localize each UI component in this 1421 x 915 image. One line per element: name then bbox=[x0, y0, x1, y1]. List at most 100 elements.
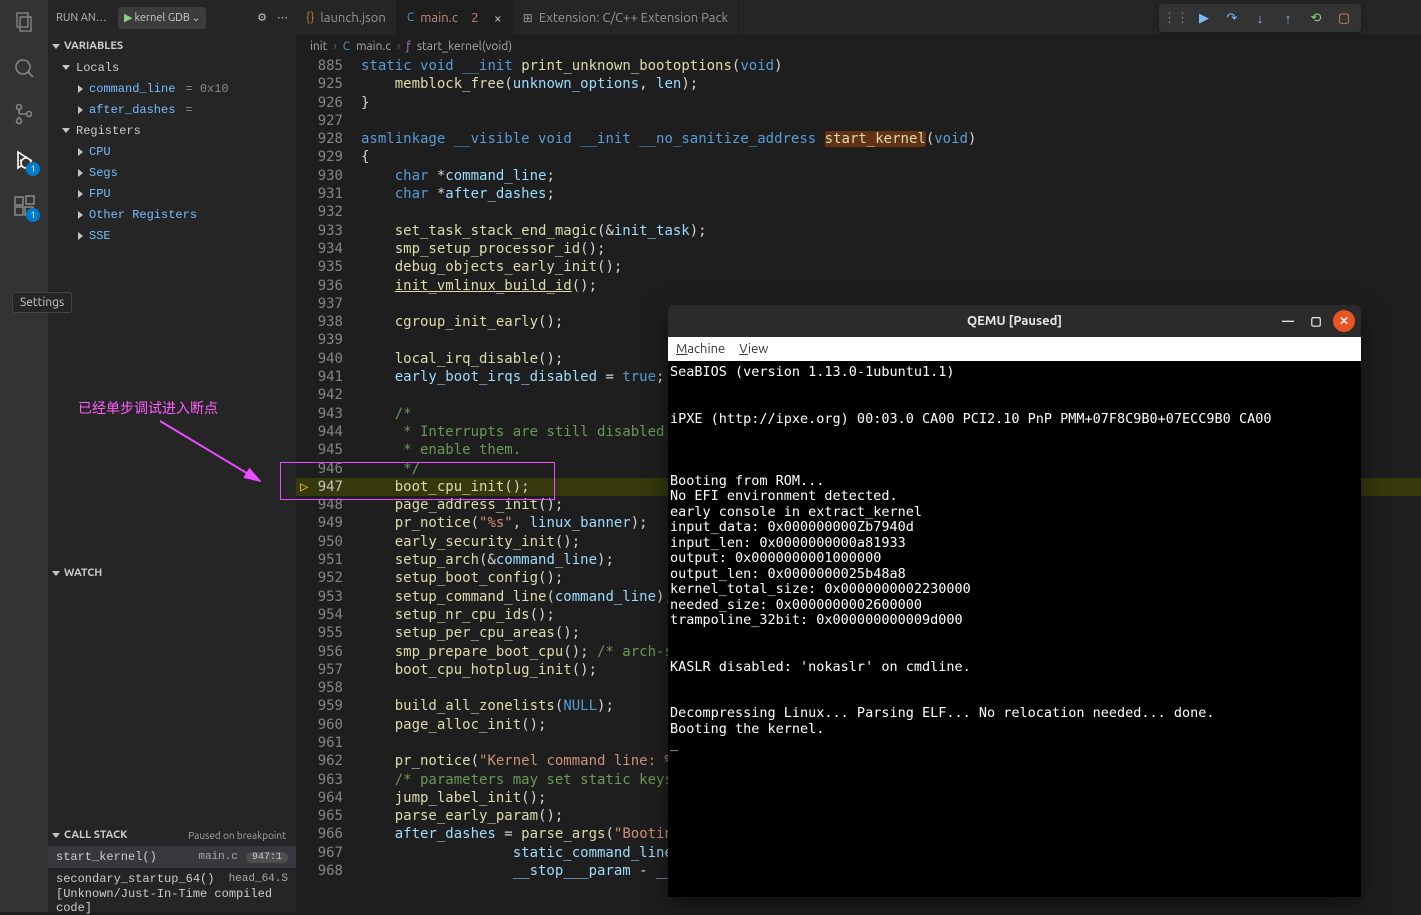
editor-tab[interactable]: {} launch.json bbox=[296, 0, 397, 35]
chevron-down-icon: ⌄ bbox=[192, 12, 200, 24]
stop-button[interactable]: ▢ bbox=[1335, 9, 1353, 27]
code-line[interactable]: 885static void __init print_unknown_boot… bbox=[296, 57, 1421, 75]
line-number: 954 bbox=[316, 606, 361, 624]
chevron-down-icon bbox=[62, 128, 70, 133]
callstack-frame[interactable]: [Unknown/Just-In-Time compiled code] bbox=[48, 890, 296, 912]
editor-tab[interactable]: ⊞Extension: C/C++ Extension Pack bbox=[513, 0, 739, 35]
code-line[interactable]: 928asmlinkage __visible void __init __no… bbox=[296, 130, 1421, 148]
sidebar-title: RUN AND DEBUG bbox=[56, 12, 112, 24]
debug-toolbar[interactable]: ⋮⋮ ▶ ↷ ↓ ↑ ⟲ ▢ bbox=[1159, 4, 1361, 32]
code-line[interactable]: 926} bbox=[296, 94, 1421, 112]
step-over-button[interactable]: ↷ bbox=[1223, 9, 1241, 27]
code-line[interactable]: 930 char *command_line; bbox=[296, 167, 1421, 185]
chevron-down-icon bbox=[52, 44, 60, 49]
variables-section: VARIABLES Locals command_line= 0x10 afte… bbox=[48, 35, 296, 246]
registers-group[interactable]: Registers bbox=[52, 120, 296, 141]
search-icon[interactable] bbox=[10, 54, 38, 82]
line-number: 953 bbox=[316, 588, 361, 606]
step-out-button[interactable]: ↑ bbox=[1279, 9, 1297, 27]
breadcrumb-symbol[interactable]: start_kernel(void) bbox=[417, 40, 512, 53]
line-number: 941 bbox=[316, 368, 361, 386]
breadcrumb-file[interactable]: main.c bbox=[356, 40, 391, 53]
line-number: 933 bbox=[316, 222, 361, 240]
code-line[interactable]: 931 char *after_dashes; bbox=[296, 185, 1421, 203]
code-content: static void __init print_unknown_bootopt… bbox=[361, 57, 783, 75]
play-icon: ▶ bbox=[124, 11, 132, 24]
code-line[interactable]: 925 memblock_free(unknown_options, len); bbox=[296, 75, 1421, 93]
qemu-console: SeaBIOS (version 1.13.0-1ubuntu1.1) iPXE… bbox=[668, 361, 1361, 897]
continue-button[interactable]: ▶ bbox=[1195, 9, 1213, 27]
qemu-menu-view[interactable]: View bbox=[739, 342, 768, 356]
code-content: set_task_stack_end_magic(&init_task); bbox=[361, 222, 707, 240]
tab-label: launch.json bbox=[320, 11, 385, 25]
chevron-right-icon bbox=[78, 85, 83, 93]
tab-dirty-indicator: 2 bbox=[468, 11, 482, 25]
code-content: init_vmlinux_build_id(); bbox=[361, 277, 597, 295]
extensions-icon[interactable]: 1 bbox=[10, 192, 38, 220]
callstack-section: CALL STACK Paused on breakpoint start_ke… bbox=[48, 824, 296, 912]
qemu-window[interactable]: QEMU [Paused] — ▢ ✕ Machine View SeaBIOS… bbox=[668, 305, 1361, 897]
chevron-right-icon bbox=[78, 148, 83, 156]
reg-name: SSE bbox=[89, 229, 111, 243]
tab-label: Extension: C/C++ Extension Pack bbox=[539, 11, 728, 25]
code-line[interactable]: 933 set_task_stack_end_magic(&init_task)… bbox=[296, 222, 1421, 240]
locals-group[interactable]: Locals bbox=[52, 57, 296, 78]
qemu-menubar[interactable]: Machine View bbox=[668, 337, 1361, 361]
line-number: 968 bbox=[316, 862, 361, 880]
file-icon: {} bbox=[306, 11, 314, 24]
line-number: 925 bbox=[316, 75, 361, 93]
code-content: * enable them. bbox=[361, 441, 521, 459]
variables-header[interactable]: VARIABLES bbox=[48, 35, 296, 57]
step-into-button[interactable]: ↓ bbox=[1251, 9, 1269, 27]
code-line[interactable]: 934 smp_setup_processor_id(); bbox=[296, 240, 1421, 258]
execution-pointer-icon: ▷ bbox=[300, 478, 308, 496]
grip-icon[interactable]: ⋮⋮ bbox=[1167, 9, 1185, 27]
more-icon[interactable]: ⋯ bbox=[277, 11, 288, 24]
close-icon[interactable]: × bbox=[494, 10, 502, 26]
register-group[interactable]: SSE bbox=[52, 225, 296, 246]
debug-config-selector[interactable]: ▶ kernel GDB ⌄ bbox=[118, 7, 206, 29]
qemu-menu-machine[interactable]: Machine bbox=[676, 342, 725, 356]
code-line[interactable]: 929{ bbox=[296, 148, 1421, 166]
code-line[interactable]: 935 debug_objects_early_init(); bbox=[296, 258, 1421, 276]
line-number: 957 bbox=[316, 661, 361, 679]
code-content: /* bbox=[361, 405, 412, 423]
line-number: 939 bbox=[316, 331, 361, 349]
editor-tab[interactable]: Cmain.c2× bbox=[397, 0, 513, 35]
watch-header[interactable]: WATCH bbox=[48, 562, 296, 584]
code-content: setup_boot_config(); bbox=[361, 569, 563, 587]
activity-bar: 1 1 bbox=[0, 0, 48, 912]
code-line[interactable]: 927 bbox=[296, 112, 1421, 130]
callstack-status: Paused on breakpoint bbox=[188, 830, 286, 841]
register-group[interactable]: FPU bbox=[52, 183, 296, 204]
code-content: smp_setup_processor_id(); bbox=[361, 240, 605, 258]
source-control-icon[interactable] bbox=[10, 100, 38, 128]
chevron-right-icon bbox=[78, 211, 83, 219]
restart-button[interactable]: ⟲ bbox=[1307, 9, 1325, 27]
callstack-frame[interactable]: start_kernel()main.c947:1 bbox=[48, 846, 296, 868]
close-button[interactable]: ✕ bbox=[1333, 310, 1355, 332]
code-content: char *command_line; bbox=[361, 167, 555, 185]
register-group[interactable]: CPU bbox=[52, 141, 296, 162]
run-debug-icon[interactable]: 1 bbox=[10, 146, 38, 174]
code-line[interactable]: 936 init_vmlinux_build_id(); bbox=[296, 277, 1421, 295]
code-content: setup_nr_cpu_ids(); bbox=[361, 606, 555, 624]
local-variable[interactable]: after_dashes= bbox=[52, 99, 296, 120]
register-group[interactable]: Other Registers bbox=[52, 204, 296, 225]
frame-line-badge: 947:1 bbox=[246, 852, 288, 863]
line-number: 935 bbox=[316, 258, 361, 276]
maximize-button[interactable]: ▢ bbox=[1305, 310, 1327, 332]
qemu-titlebar[interactable]: QEMU [Paused] — ▢ ✕ bbox=[668, 305, 1361, 337]
code-line[interactable]: 932 bbox=[296, 203, 1421, 221]
register-group[interactable]: Segs bbox=[52, 162, 296, 183]
line-number: 959 bbox=[316, 697, 361, 715]
explorer-icon[interactable] bbox=[10, 8, 38, 36]
breadcrumb-folder[interactable]: init bbox=[310, 40, 327, 53]
minimize-button[interactable]: — bbox=[1277, 310, 1299, 332]
local-variable[interactable]: command_line= 0x10 bbox=[52, 78, 296, 99]
breadcrumb[interactable]: init › C main.c › ƒ start_kernel(void) bbox=[296, 35, 1421, 57]
gear-icon[interactable]: ⚙ bbox=[257, 11, 267, 24]
var-name: after_dashes bbox=[89, 103, 175, 117]
debug-badge: 1 bbox=[26, 162, 40, 176]
callstack-header[interactable]: CALL STACK Paused on breakpoint bbox=[48, 824, 296, 846]
